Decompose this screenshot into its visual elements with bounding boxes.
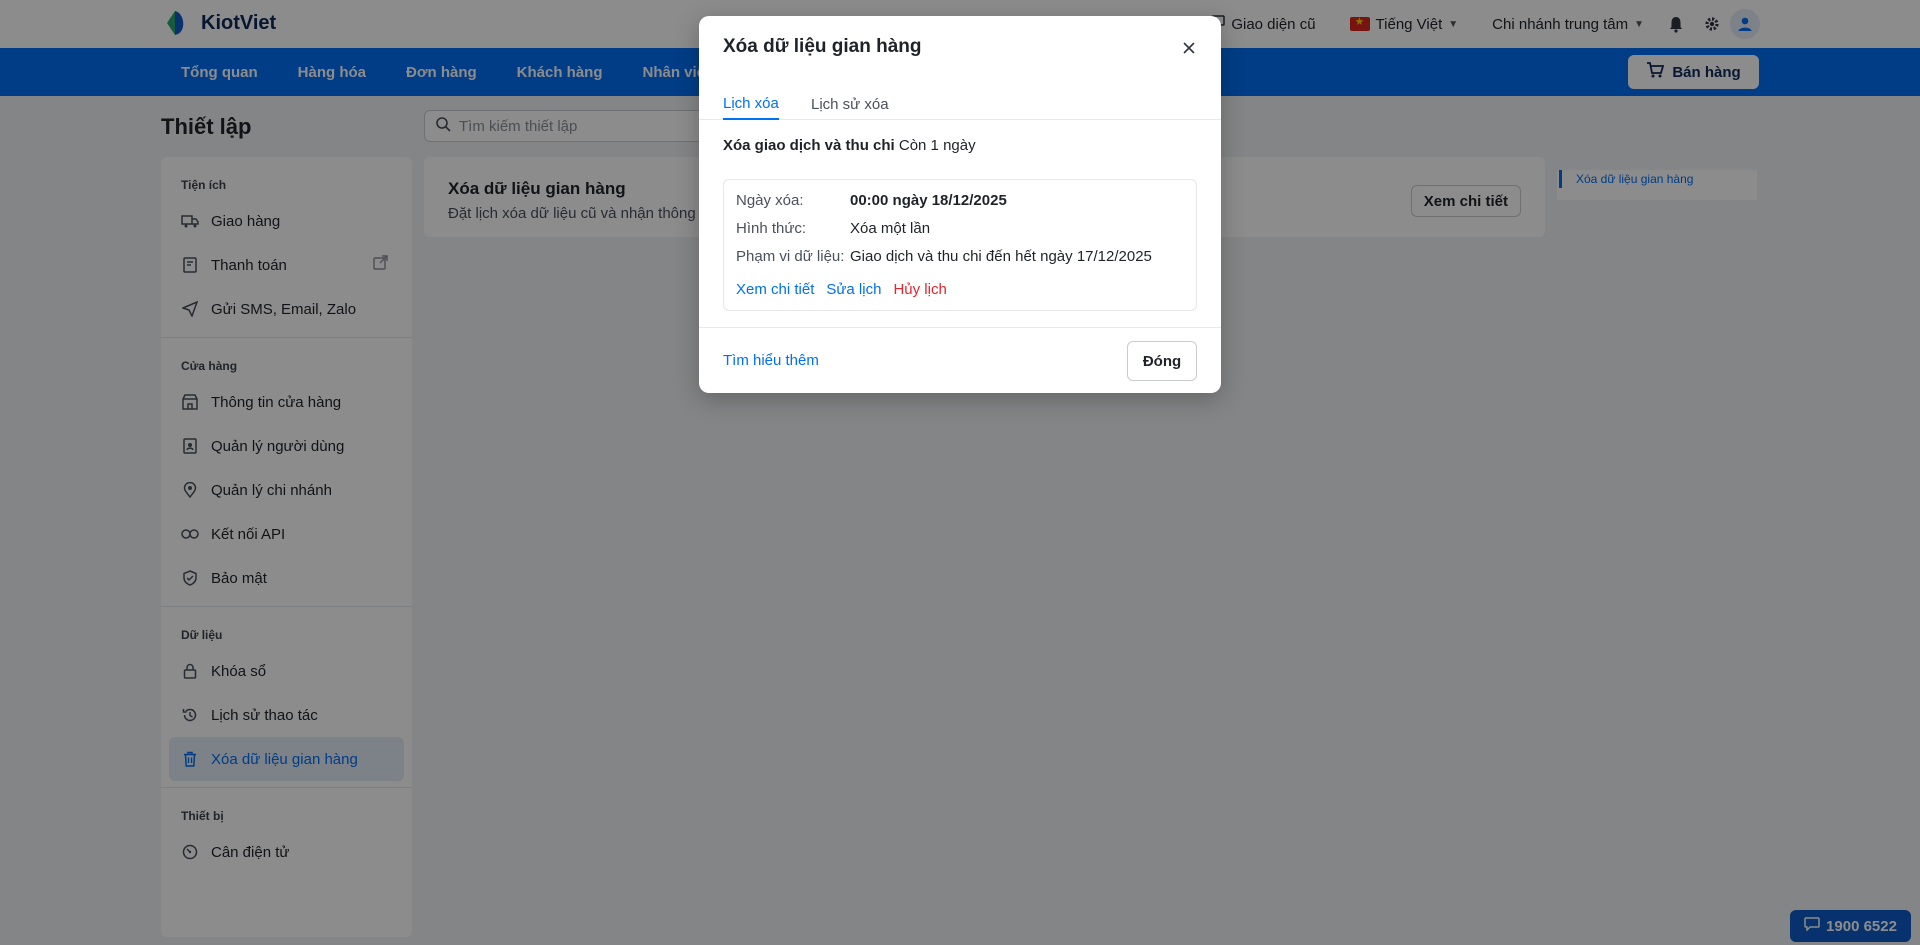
detail-label: Hình thức:	[736, 220, 807, 237]
cancel-schedule-link[interactable]: Hủy lịch	[893, 281, 946, 298]
modal-divider	[699, 327, 1221, 328]
detail-value: 00:00 ngày 18/12/2025	[850, 192, 1007, 209]
detail-label: Phạm vi dữ liệu:	[736, 248, 845, 265]
detail-label: Ngày xóa:	[736, 192, 804, 209]
modal-title: Xóa dữ liệu gian hàng	[723, 36, 922, 57]
schedule-details: Ngày xóa: 00:00 ngày 18/12/2025 Hình thứ…	[723, 179, 1197, 311]
delete-data-modal: Xóa dữ liệu gian hàng Lịch xóa Lịch sử x…	[699, 16, 1221, 393]
detail-value: Xóa một lần	[850, 220, 931, 237]
view-detail-link[interactable]: Xem chi tiết	[736, 281, 814, 298]
modal-tabs: Lịch xóa Lịch sử xóa	[699, 88, 1221, 120]
close-button[interactable]: Đóng	[1127, 341, 1197, 381]
schedule-type: Xóa giao dịch và thu chi	[723, 137, 895, 154]
tab-schedule[interactable]: Lịch xóa	[723, 88, 779, 120]
detail-value: Giao dịch và thu chi đến hết ngày 17/12/…	[850, 248, 1152, 265]
schedule-actions: Xem chi tiết Sửa lịch Hủy lịch	[736, 281, 947, 298]
close-icon[interactable]	[1179, 38, 1199, 58]
learn-more-link[interactable]: Tìm hiểu thêm	[723, 352, 819, 369]
detail-row-date: Ngày xóa: 00:00 ngày 18/12/2025	[736, 192, 1007, 209]
remaining-time: Còn 1 ngày	[898, 137, 976, 154]
tab-history[interactable]: Lịch sử xóa	[811, 88, 889, 120]
edit-schedule-link[interactable]: Sửa lịch	[826, 281, 881, 298]
detail-row-method: Hình thức: Xóa một lần	[736, 220, 930, 237]
schedule-summary: Xóa giao dịch và thu chi Còn 1 ngày	[723, 137, 976, 154]
detail-row-scope: Phạm vi dữ liệu: Giao dịch và thu chi đế…	[736, 248, 1152, 265]
